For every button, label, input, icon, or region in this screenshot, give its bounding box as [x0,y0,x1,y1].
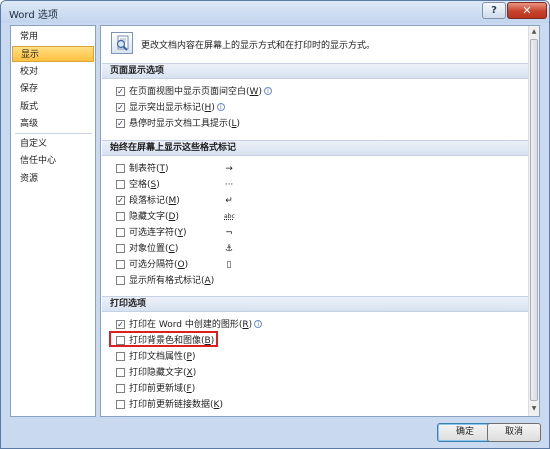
access-key: P [186,352,192,362]
option-label: 显示突出显示标记 [129,103,202,113]
option-label: 打印文档属性 [129,352,184,362]
option-label: 制表符 [129,164,157,174]
option-label: 隐藏文字 [129,212,166,222]
access-key: O [177,260,185,270]
option-label: 显示所有格式标记 [129,276,202,286]
scroll-up-icon[interactable]: ▲ [529,26,539,38]
checkbox[interactable] [116,384,125,393]
scrollbar-thumb[interactable] [530,39,538,401]
section-formatting-marks: 始终在屏幕上显示这些格式标记 [102,140,528,156]
checkbox[interactable] [116,260,125,269]
cancel-button[interactable]: 取消 [487,423,541,442]
option-label: 在页面视图中显示页面间空白 [129,87,247,97]
space-mark-icon: ··· [224,180,234,190]
option-label: 可选连字符 [129,228,175,238]
access-key: F [186,384,192,394]
option-label: 打印前更新链接数据 [129,400,211,410]
title-bar: Word 选项 ? ✕ [1,1,549,23]
option-label: 段落标记 [129,196,166,206]
checkbox[interactable] [116,276,125,285]
nav-item-popular[interactable]: 常用 [12,29,94,45]
access-key: H [204,103,212,113]
ok-button[interactable]: 确定 [437,423,493,442]
checkbox[interactable] [116,164,125,173]
info-icon: i [216,103,225,111]
access-key: X [186,368,193,378]
section-page-display: 页面显示选项 [102,63,528,79]
tab-mark-icon: → [225,164,233,174]
anchor-icon: ⚓ [224,244,234,254]
access-key: A [204,276,211,286]
close-button[interactable]: ✕ [507,2,547,19]
checkbox-checked[interactable]: ✓ [116,87,125,96]
checkbox-checked[interactable]: ✓ [116,119,125,128]
access-key: R [242,320,249,330]
checkbox[interactable] [116,228,125,237]
access-key: T [159,164,166,174]
word-options-dialog: Word 选项 ? ✕ 常用 显示 校对 保存 版式 高级 自定义 信任中心 资… [0,0,550,449]
option-label: 打印在 Word 中创建的图形 [129,320,239,330]
option-label: 悬停时显示文档工具提示 [129,119,229,129]
option-label: 可选分隔符 [129,260,175,270]
checkbox[interactable] [116,368,125,377]
checkbox[interactable] [116,180,125,189]
access-key: K [213,400,220,410]
option-label: 打印前更新域 [129,384,184,394]
hyphen-mark-icon: ¬ [225,228,233,238]
access-key: M [168,196,177,206]
checkbox[interactable] [116,400,125,409]
nav-item-trust-center[interactable]: 信任中心 [12,153,94,169]
nav-divider [15,133,92,134]
checkbox-checked[interactable]: ✓ [116,320,125,329]
option-label: 空格 [129,180,148,190]
nav-item-resources[interactable]: 资源 [12,171,94,187]
access-key: S [150,180,157,190]
nav-item-display[interactable]: 显示 [12,46,94,62]
pane-description: 更改文档内容在屏幕上的显示方式和在打印时的显示方式。 [141,41,376,51]
nav-item-customize[interactable]: 自定义 [12,136,94,152]
red-highlight-box [109,331,218,347]
option-label: 打印隐藏文字 [129,368,184,378]
nav-item-advanced[interactable]: 高级 [12,116,94,132]
info-icon: i [263,87,272,95]
access-key: Y [177,228,184,238]
checkbox[interactable] [116,212,125,221]
access-key: C [168,244,175,254]
magnifier-document-icon [111,32,133,54]
nav-item-save[interactable]: 保存 [12,81,94,97]
help-button[interactable]: ? [482,2,506,19]
help-icon: ? [491,5,497,16]
hidden-text-mark-icon: abc [224,213,235,220]
nav-item-layout[interactable]: 版式 [12,99,94,115]
access-key: L [231,119,237,129]
options-nav: 常用 显示 校对 保存 版式 高级 自定义 信任中心 资源 [10,25,96,417]
info-icon: i [254,320,263,328]
access-key: W [249,87,259,97]
close-icon: ✕ [522,4,532,17]
access-key: D [168,212,176,222]
display-options-pane: 更改文档内容在屏幕上的显示方式和在打印时的显示方式。 页面显示选项 ✓ 在页面视… [100,25,540,417]
window-title: Word 选项 [9,10,58,21]
section-print-options: 打印选项 [102,296,528,312]
option-label: 对象位置 [129,244,166,254]
paragraph-mark-icon: ↵ [225,196,233,206]
vertical-scrollbar[interactable]: ▲ ▼ [528,26,539,416]
checkbox[interactable] [116,352,125,361]
checkbox-checked[interactable]: ✓ [116,196,125,205]
optional-break-icon: ▯ [226,260,232,270]
checkbox[interactable] [116,244,125,253]
checkbox-checked[interactable]: ✓ [116,103,125,112]
nav-item-proofing[interactable]: 校对 [12,64,94,80]
scroll-down-icon[interactable]: ▼ [529,403,539,415]
